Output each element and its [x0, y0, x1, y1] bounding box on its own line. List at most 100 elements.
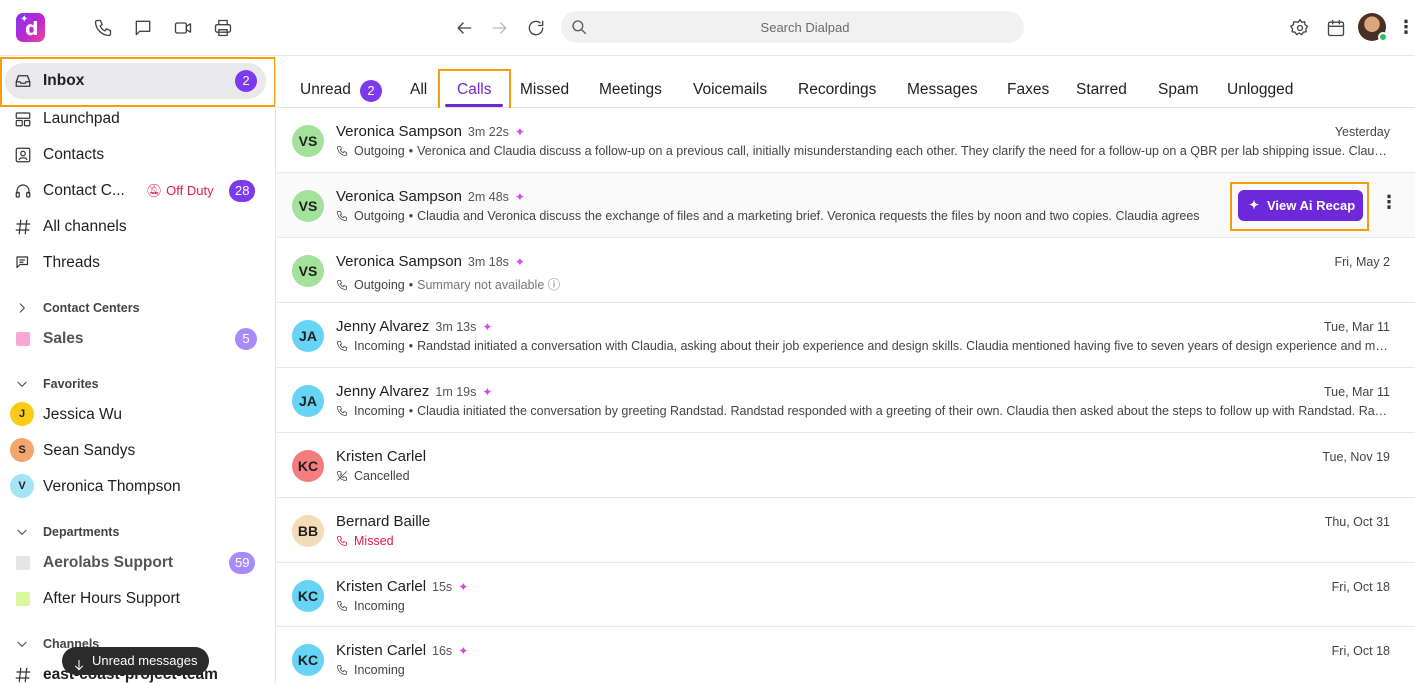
dialpad-logo[interactable]: ✦ d: [16, 13, 45, 42]
call-row[interactable]: BB Bernard Baille Missed Thu, Oct 31: [277, 498, 1415, 563]
user-avatar[interactable]: [1358, 13, 1388, 42]
video-icon[interactable]: [171, 16, 195, 40]
sidebar-item-sales[interactable]: Sales 5: [0, 321, 275, 357]
call-date: Tue, Nov 19: [1322, 450, 1390, 464]
favorite-item[interactable]: V Veronica Thompson: [0, 469, 275, 505]
avatar: KC: [292, 580, 324, 612]
departments-section-header[interactable]: Departments: [0, 522, 275, 546]
chevron-down-icon: [15, 377, 29, 391]
sidebar-item-label: Contact C...: [43, 182, 125, 199]
call-title: Veronica Sampson 2m 48s ✦: [336, 188, 525, 205]
call-summary: Veronica and Claudia discuss a follow-up…: [417, 144, 1388, 158]
call-row[interactable]: VS Veronica Sampson 2m 48s ✦ Outgoing • Clau…: [277, 173, 1415, 238]
more-options-icon[interactable]: ⋮: [1397, 17, 1415, 37]
incoming-call-icon: [336, 340, 348, 352]
calendar-icon[interactable]: [1324, 16, 1348, 40]
sales-color-swatch: [16, 332, 30, 346]
launchpad-icon: [14, 110, 32, 128]
call-duration: 3m 18s: [467, 255, 509, 269]
contact-centers-section-header[interactable]: Contact Centers: [0, 298, 275, 322]
incoming-call-icon: [336, 405, 348, 417]
search-bar[interactable]: [561, 11, 1024, 43]
toast-label: Unread messages: [92, 653, 198, 668]
call-duration: 15s: [432, 580, 453, 594]
main-panel: Unread 2 All Calls Missed Meetings Voice…: [277, 57, 1415, 683]
tab-meetings[interactable]: Meetings: [599, 81, 662, 99]
hash-icon: [14, 218, 32, 236]
sidebar-item-launchpad[interactable]: Launchpad: [0, 101, 275, 137]
tab-messages[interactable]: Messages: [907, 81, 978, 99]
favorite-item[interactable]: J Jessica Wu: [0, 397, 275, 433]
forward-arrow-icon[interactable]: [488, 16, 512, 40]
call-duration: 3m 13s: [435, 320, 477, 334]
call-direction: Incoming: [354, 599, 405, 613]
call-details: Incoming • Claudia initiated the conversat…: [336, 404, 1388, 418]
ai-sparkle-icon: ✦: [1249, 198, 1260, 212]
call-direction: Incoming: [354, 339, 405, 353]
contact-name: Bernard Baille: [336, 513, 431, 530]
sidebar-item-contact-center[interactable]: Contact C... 🔕︎ Off Duty 28: [0, 173, 275, 209]
headset-icon: [14, 182, 32, 200]
tab-all[interactable]: All: [410, 81, 427, 99]
sidebar-item-label: Contacts: [43, 146, 105, 163]
call-summary: Randstad initiated a conversation with C…: [417, 339, 1388, 353]
message-icon[interactable]: [131, 16, 155, 40]
search-input[interactable]: [595, 11, 1015, 43]
tab-calls[interactable]: Calls: [457, 81, 491, 99]
unread-messages-toast[interactable]: Unread messages: [62, 647, 209, 675]
sidebar-item-after-hours-support[interactable]: After Hours Support: [0, 581, 275, 617]
avatar: KC: [292, 450, 324, 482]
sidebar-item-threads[interactable]: Threads: [0, 245, 275, 281]
call-title: Veronica Sampson 3m 18s ✦: [336, 253, 525, 270]
favorites-section-header[interactable]: Favorites: [0, 374, 275, 398]
call-row[interactable]: VS Veronica Sampson 3m 22s ✦ Outgoing • Vero…: [277, 108, 1415, 173]
off-duty-status: 🔕︎ Off Duty: [146, 183, 214, 199]
avatar: VS: [292, 190, 324, 222]
sidebar-item-aerolabs-support[interactable]: Aerolabs Support 59: [0, 545, 275, 581]
info-icon[interactable]: ⓘ: [548, 278, 561, 292]
tab-voicemails[interactable]: Voicemails: [693, 81, 767, 99]
avatar: S: [10, 438, 34, 462]
tab-faxes[interactable]: Faxes: [1007, 81, 1049, 99]
refresh-icon[interactable]: [524, 16, 548, 40]
printer-icon[interactable]: [211, 16, 235, 40]
off-duty-label: Off Duty: [166, 183, 214, 198]
call-row[interactable]: KC Kristen Carlel Cancelled Tue, Nov 19: [277, 433, 1415, 498]
ai-sparkle-icon: ✦: [458, 644, 469, 658]
settings-gear-icon[interactable]: [1288, 16, 1312, 40]
tab-recordings[interactable]: Recordings: [798, 81, 876, 99]
row-more-options-icon[interactable]: ⋮: [1380, 193, 1398, 214]
view-ai-recap-button[interactable]: ✦ View Ai Recap: [1238, 190, 1363, 221]
outgoing-call-icon: [336, 210, 348, 222]
arrow-down-icon: [72, 654, 86, 671]
call-summary: Claudia initiated the conversation by gr…: [417, 404, 1388, 418]
sidebar-item-label: After Hours Support: [43, 590, 180, 607]
call-row[interactable]: KC Kristen Carlel 16s ✦ Incoming Fri, Oct …: [277, 627, 1415, 683]
incoming-call-icon: [336, 600, 348, 612]
tab-spam[interactable]: Spam: [1158, 81, 1199, 99]
bell-off-icon: 🔕︎: [146, 183, 163, 198]
tab-unlogged[interactable]: Unlogged: [1227, 81, 1293, 99]
call-row[interactable]: VS Veronica Sampson 3m 18s ✦ Outgoing • Summ…: [277, 238, 1415, 303]
back-arrow-icon[interactable]: [452, 16, 476, 40]
sidebar-item-label: Inbox: [43, 72, 85, 89]
call-row[interactable]: KC Kristen Carlel 15s ✦ Incoming Fri, Oct …: [277, 563, 1415, 627]
section-title: Departments: [43, 525, 120, 539]
contact-name: Kristen Carlel: [336, 448, 427, 465]
sidebar-item-all-channels[interactable]: All channels: [0, 209, 275, 245]
tab-unread[interactable]: Unread: [300, 81, 351, 99]
section-title: Contact Centers: [43, 301, 140, 315]
call-row[interactable]: JA Jenny Alvarez 1m 19s ✦ Incoming • Claudia…: [277, 368, 1415, 433]
sidebar-item-inbox[interactable]: Inbox 2: [5, 63, 266, 99]
call-direction: Incoming: [354, 404, 405, 418]
tab-missed[interactable]: Missed: [520, 81, 569, 99]
sidebar-item-contacts[interactable]: Contacts: [0, 137, 275, 173]
avatar: JA: [292, 320, 324, 352]
contacts-icon: [14, 146, 32, 164]
favorite-item[interactable]: S Sean Sandys: [0, 433, 275, 469]
call-details: Outgoing • Claudia and Veronica discuss th…: [336, 209, 1212, 223]
missed-call-icon: [336, 535, 348, 547]
phone-icon[interactable]: [91, 16, 115, 40]
tab-starred[interactable]: Starred: [1076, 81, 1127, 99]
call-row[interactable]: JA Jenny Alvarez 3m 13s ✦ Incoming • Randsta…: [277, 303, 1415, 368]
